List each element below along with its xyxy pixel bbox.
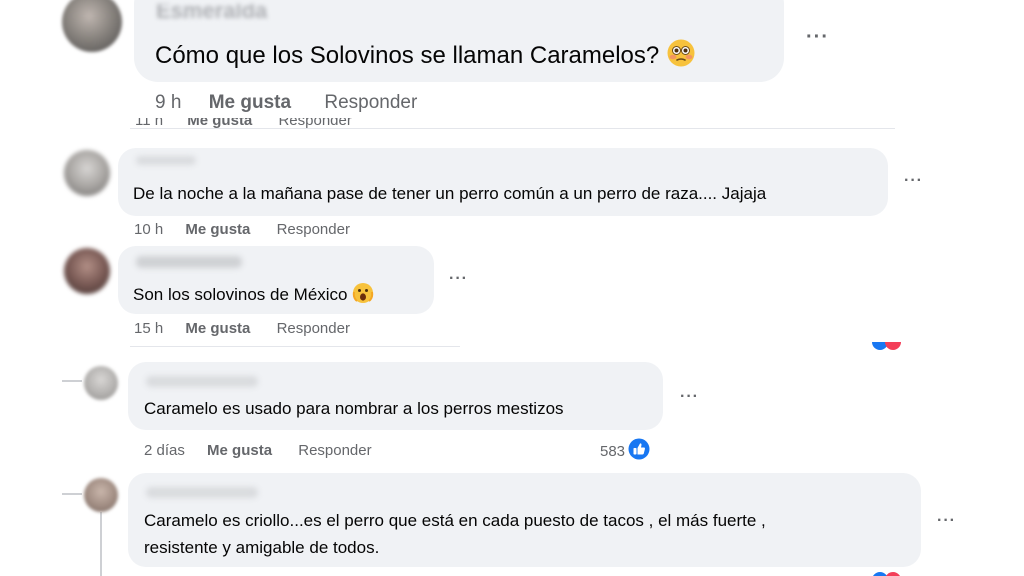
more-options-button[interactable]: ···: [449, 270, 468, 288]
divider: [130, 128, 895, 129]
like-button[interactable]: Me gusta: [209, 92, 291, 113]
comment-actions: 15 h Me gusta Responder: [134, 320, 350, 337]
more-options-button[interactable]: ···: [806, 26, 829, 49]
reply-button[interactable]: Responder: [277, 221, 350, 238]
comment-text: Cómo que los Solovinos se llaman Caramel…: [155, 38, 696, 75]
author-name[interactable]: Esmeralda SM: [156, 4, 296, 18]
reply-button[interactable]: Responder: [298, 442, 371, 459]
comment-bubble: [128, 362, 663, 430]
comment-text: De la noche a la mañana pase de tener un…: [133, 184, 767, 203]
reply-button[interactable]: Responder: [277, 320, 350, 337]
like-button[interactable]: Me gusta: [185, 320, 250, 337]
reaction-icons-partial: [872, 342, 916, 352]
comment-text-content: Son los solovinos de México: [133, 284, 348, 304]
comment-bubble: [118, 148, 888, 216]
author-name[interactable]: [146, 487, 258, 498]
author-name[interactable]: [136, 256, 242, 268]
comment-text: Caramelo es usado para nombrar a los per…: [144, 399, 564, 418]
comment-actions: 2 días Me gusta Responder: [144, 442, 372, 459]
avatar[interactable]: [84, 478, 118, 512]
author-name-text: Esmeralda SM: [156, 4, 268, 18]
like-button[interactable]: Me gusta: [207, 442, 272, 459]
author-name[interactable]: [146, 376, 258, 387]
reply-button[interactable]: Responder: [324, 92, 417, 113]
like-button[interactable]: Me gusta: [185, 221, 250, 238]
comment-actions: 9 h Me gusta Responder: [155, 92, 417, 114]
flushed-face-icon: [666, 38, 696, 75]
more-options-button[interactable]: ···: [937, 512, 956, 530]
comment-text: Son los solovinos de México: [133, 282, 374, 309]
avatar[interactable]: [84, 366, 118, 400]
avatar[interactable]: [64, 248, 110, 294]
author-name[interactable]: [136, 156, 196, 165]
comment-time[interactable]: 9 h: [155, 92, 181, 113]
divider: [130, 346, 460, 347]
more-options-button[interactable]: ···: [904, 172, 923, 190]
comment-text-line-2: resistente y amigable de todos.: [144, 538, 380, 557]
thread-line: [100, 512, 102, 576]
comment-text-line-1: Caramelo es criollo...es el perro que es…: [144, 511, 766, 530]
reaction-summary[interactable]: 583: [600, 438, 650, 464]
comment-time[interactable]: 2 días: [144, 442, 185, 459]
reaction-count: 583: [600, 442, 626, 460]
like-thumb-icon: [628, 438, 650, 464]
thread-line: [62, 493, 82, 495]
avatar[interactable]: [62, 0, 122, 52]
thread-line: [62, 380, 82, 382]
avatar[interactable]: [64, 150, 110, 196]
more-options-button[interactable]: ···: [680, 388, 699, 406]
astonished-face-icon: [352, 282, 374, 309]
comment-actions: 10 h Me gusta Responder: [134, 221, 350, 238]
reaction-icons-partial: [872, 572, 916, 576]
comment-time[interactable]: 15 h: [134, 320, 163, 337]
comment-time[interactable]: 10 h: [134, 221, 163, 238]
comment-text-content: Cómo que los Solovinos se llaman Caramel…: [155, 41, 660, 69]
